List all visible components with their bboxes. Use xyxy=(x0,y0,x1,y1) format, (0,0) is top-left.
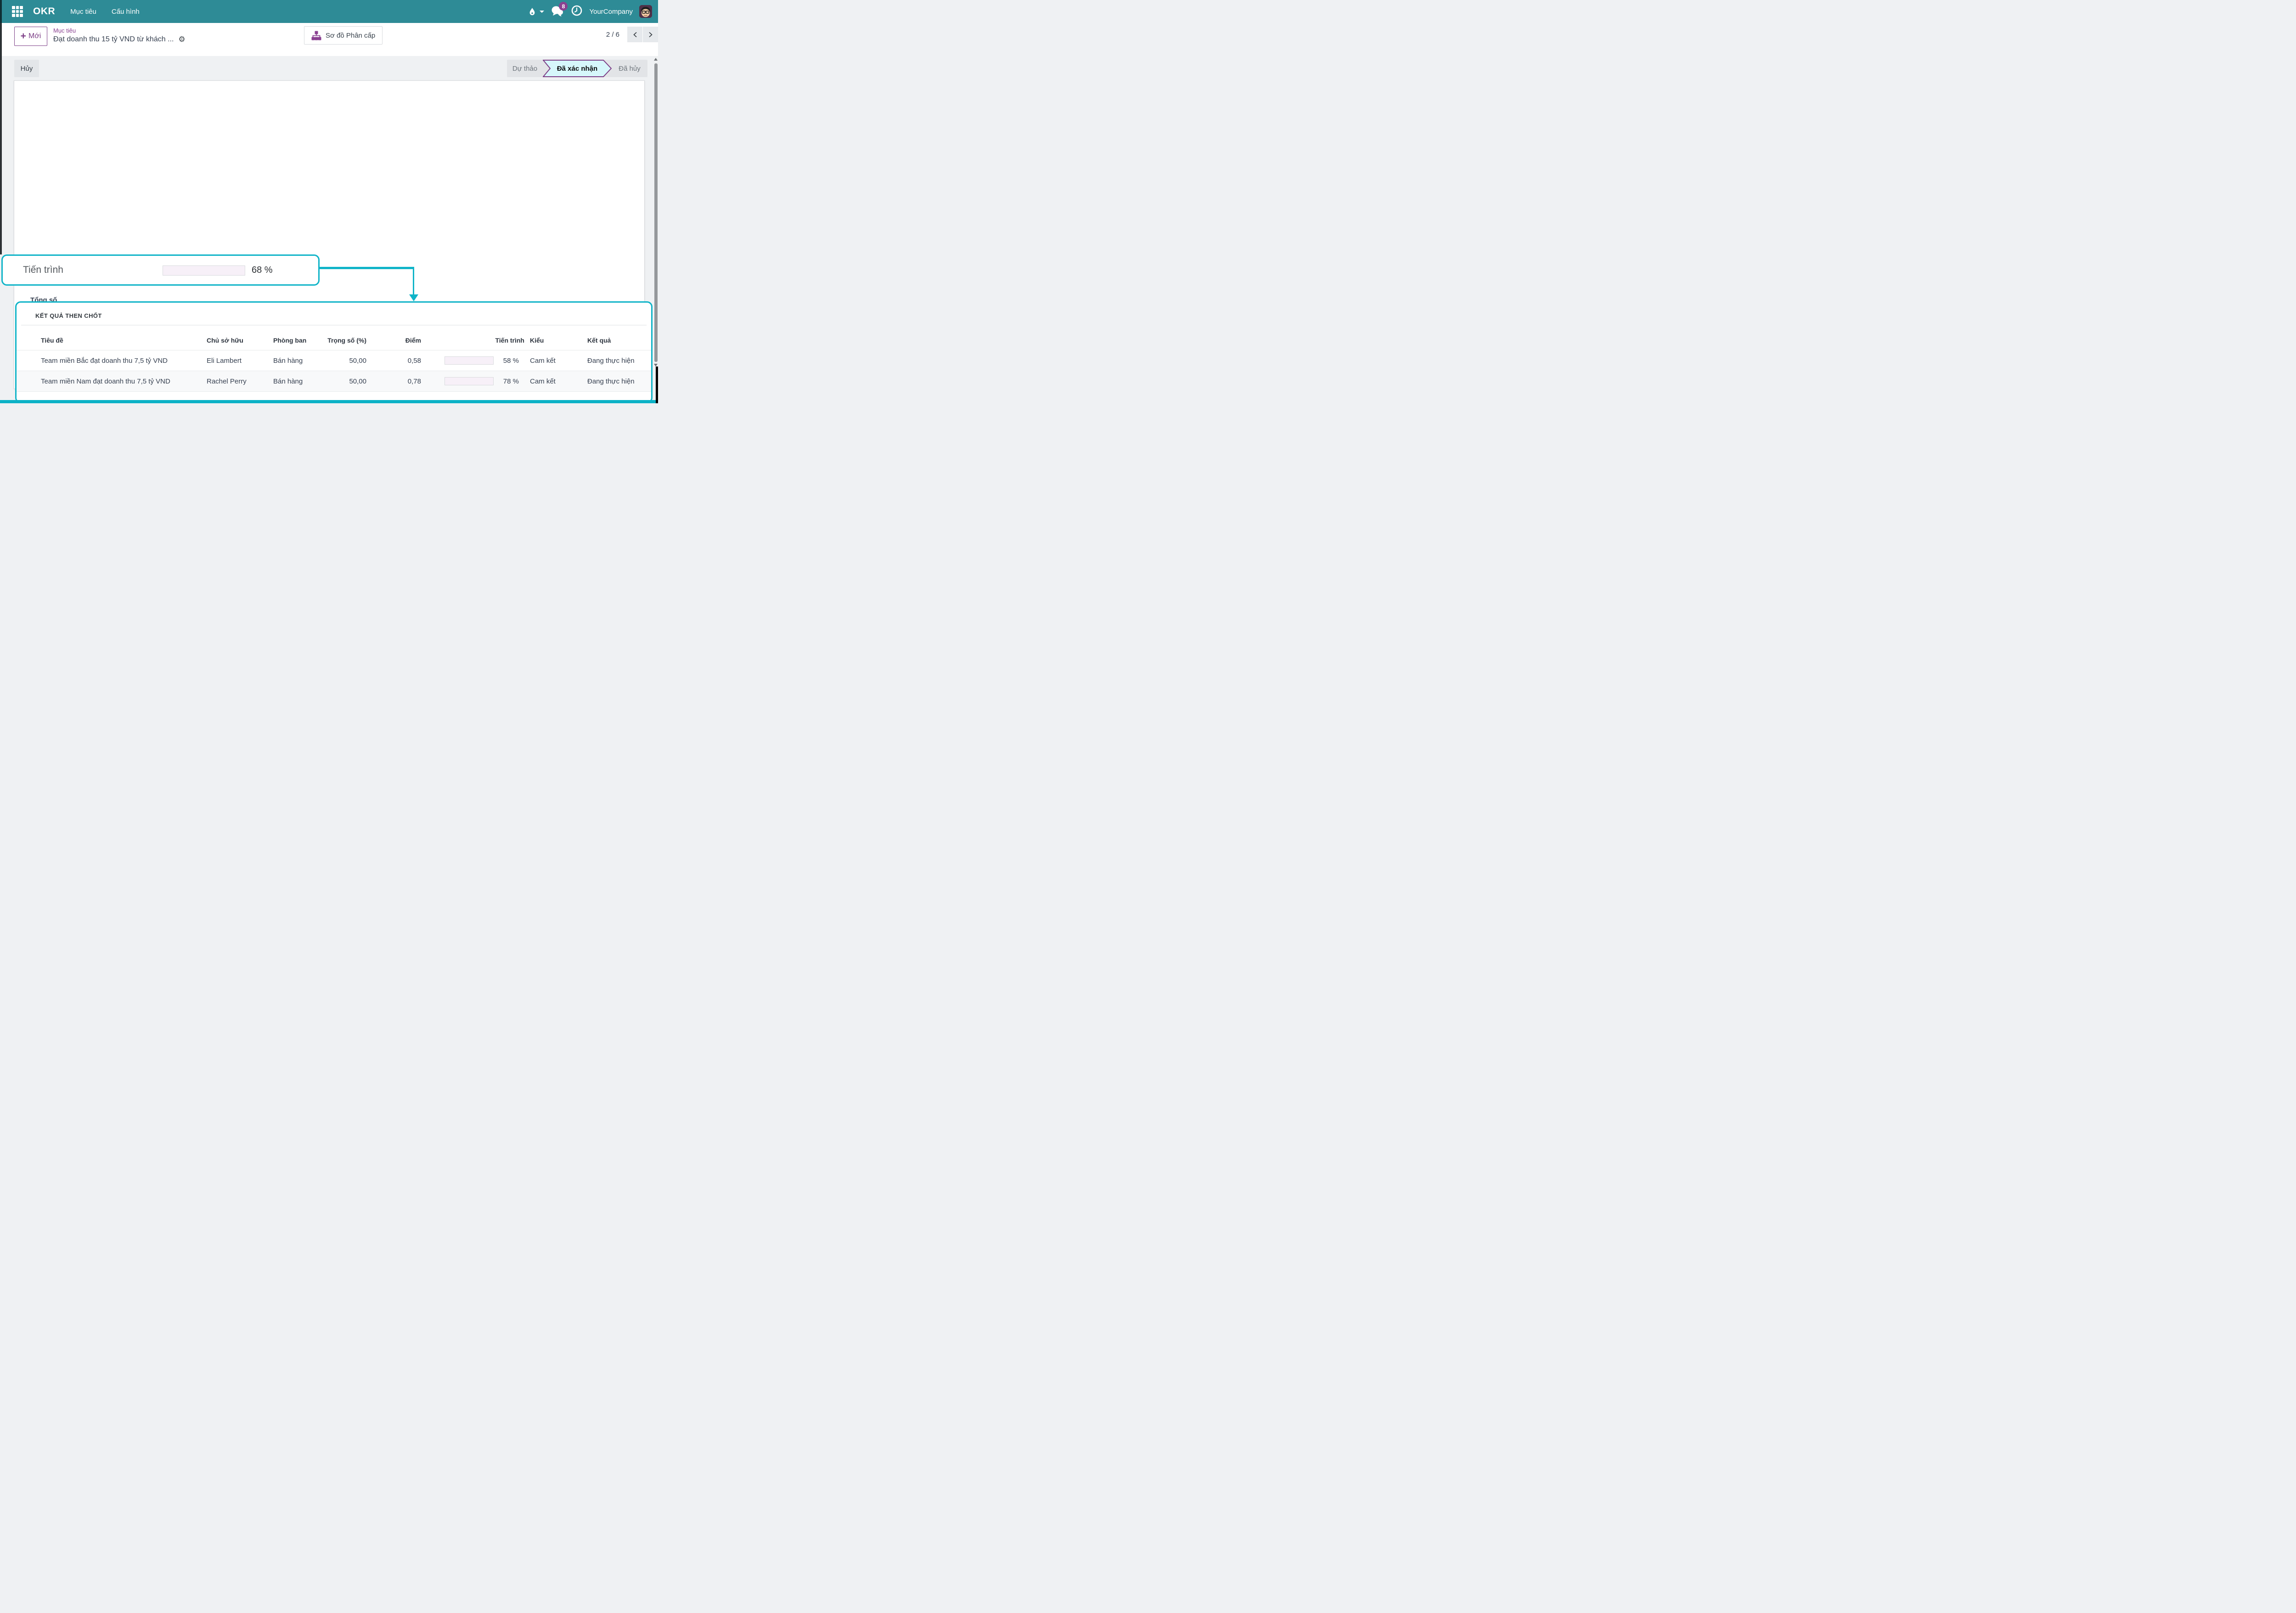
section-title: KẾT QUẢ THEN CHỐT xyxy=(35,312,102,319)
pager-next-button[interactable] xyxy=(643,27,658,42)
cancel-button[interactable]: Hủy xyxy=(14,60,39,77)
pager: 2 / 6 xyxy=(606,27,658,42)
progress-label: Tiến trình xyxy=(23,256,63,284)
progress-percent: 68 % xyxy=(252,256,273,284)
table-row[interactable]: Team miền Bắc đạt doanh thu 7,5 tỷ VND E… xyxy=(17,350,651,371)
vertical-scrollbar[interactable] xyxy=(654,56,658,403)
annotation-bottom-strip xyxy=(0,400,658,403)
screen-edge-strip xyxy=(0,0,2,254)
annotation-connector-line xyxy=(413,268,414,295)
table-header-row: Tiêu đề Chủ sở hữu Phòng ban Trọng số (%… xyxy=(17,330,651,350)
screen-corner-strip xyxy=(656,367,658,403)
status-step-confirmed[interactable]: Đã xác nhận xyxy=(543,60,612,77)
page-title: Đạt doanh thu 15 tỷ VND từ khách ... xyxy=(53,35,174,44)
menu-muc-tieu[interactable]: Mục tiêu xyxy=(70,8,96,16)
message-count-badge: 8 xyxy=(559,2,568,11)
chevron-down-icon xyxy=(540,11,544,13)
key-results-table: Tiêu đề Chủ sở hữu Phòng ban Trọng số (%… xyxy=(17,330,651,392)
breadcrumb-parent-link[interactable]: Mục tiêu xyxy=(53,27,186,34)
annotation-arrowhead xyxy=(409,294,418,301)
hierarchy-view-button[interactable]: Sơ đồ Phân cấp xyxy=(304,26,383,45)
table-row[interactable]: Team miền Nam đạt doanh thu 7,5 tỷ VND R… xyxy=(17,371,651,392)
breadcrumb: Mục tiêu Đạt doanh thu 15 tỷ VND từ khác… xyxy=(53,27,186,44)
menu-cau-hinh[interactable]: Cấu hình xyxy=(112,8,140,16)
company-name[interactable]: YourCompany xyxy=(589,8,633,16)
debug-droplet-icon[interactable] xyxy=(528,6,544,17)
activity-clock-icon[interactable] xyxy=(571,5,583,19)
gear-icon[interactable]: ⚙ xyxy=(178,35,185,44)
pager-counter: 2 / 6 xyxy=(606,31,619,39)
app-title: OKR xyxy=(33,6,55,17)
status-step-cancelled[interactable]: Đã hủy xyxy=(612,60,647,77)
progress-bar xyxy=(163,265,245,276)
key-results-highlight-box: KẾT QUẢ THEN CHỐT Tiêu đề Chủ sở hữu Phò… xyxy=(15,301,653,403)
plus-icon: + xyxy=(21,32,26,40)
divider xyxy=(21,325,647,326)
progress-highlight-box: Tiến trình 68 % xyxy=(1,254,320,286)
status-step-draft[interactable]: Dự thảo xyxy=(507,60,543,77)
pager-previous-button[interactable] xyxy=(627,27,642,42)
new-record-button[interactable]: + Mới xyxy=(14,27,47,46)
user-avatar[interactable] xyxy=(639,5,652,18)
sitemap-icon xyxy=(311,31,321,40)
status-bar: Dự thảo Đã xác nhận Đã hủy xyxy=(507,60,647,77)
messages-icon[interactable]: 8 xyxy=(551,5,564,18)
top-navbar: OKR Mục tiêu Cấu hình 8 YourCompany xyxy=(0,0,658,23)
apps-grid-icon[interactable] xyxy=(12,6,23,17)
scroll-up-arrow-icon[interactable] xyxy=(654,58,658,61)
scrollbar-thumb[interactable] xyxy=(654,63,658,362)
annotation-connector-line xyxy=(320,267,414,269)
